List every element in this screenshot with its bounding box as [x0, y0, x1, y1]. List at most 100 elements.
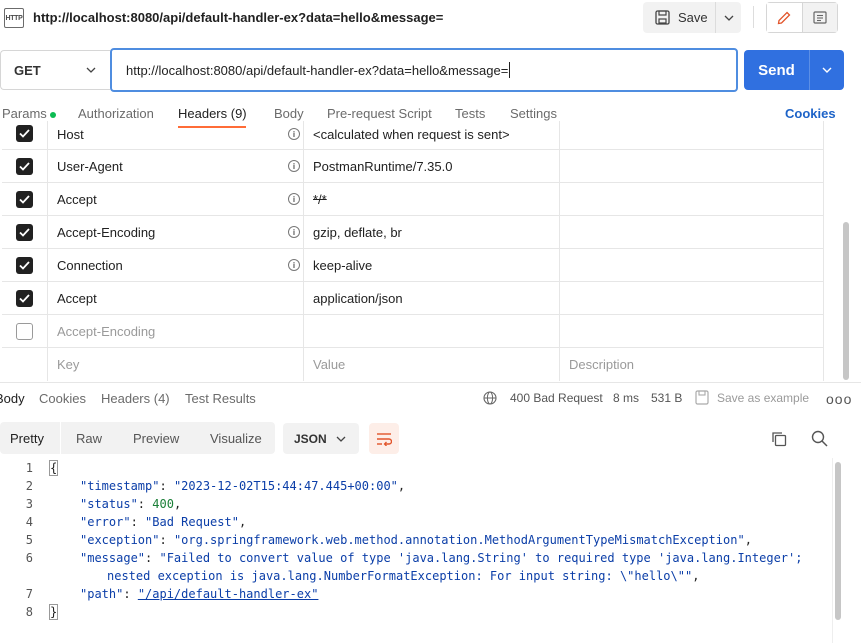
tab-settings[interactable]: Settings — [510, 106, 557, 121]
headers-scrollbar-thumb[interactable] — [843, 222, 849, 380]
view-visualize[interactable]: Visualize — [210, 422, 262, 454]
documentation-button[interactable] — [802, 3, 837, 32]
url-input[interactable]: http://localhost:8080/api/default-handle… — [110, 48, 738, 92]
table-row-new: Key Value Description — [2, 348, 824, 381]
response-body-editor[interactable]: 1 2 3 4 5 6 7 8 { "timestamp": "2023-12-… — [0, 458, 830, 643]
header-description[interactable] — [560, 282, 824, 314]
view-raw[interactable]: Raw — [76, 422, 102, 454]
check-icon — [19, 227, 30, 237]
info-icon[interactable]: i — [288, 193, 300, 205]
chevron-down-icon — [86, 67, 96, 73]
value-placeholder[interactable]: Value — [304, 348, 560, 381]
header-value[interactable] — [304, 315, 560, 347]
edit-mode-button[interactable] — [767, 3, 803, 32]
wrap-lines-button[interactable] — [369, 423, 399, 454]
response-tab-test-results[interactable]: Test Results — [185, 391, 256, 406]
cookies-link[interactable]: Cookies — [785, 106, 836, 121]
view-pretty[interactable]: Pretty — [10, 422, 44, 454]
header-key[interactable]: Accept-Encoding — [48, 315, 304, 347]
header-key[interactable]: Accept i — [48, 183, 304, 215]
tab-headers[interactable]: Headers (9) — [178, 106, 247, 121]
save-icon — [695, 390, 709, 405]
pencil-icon — [777, 11, 791, 24]
info-icon[interactable]: i — [288, 226, 300, 238]
header-value[interactable]: application/json — [304, 282, 560, 314]
code-line: "message": "Failed to convert value of t… — [80, 551, 803, 565]
header-value-text: <calculated when request is sent> — [313, 127, 510, 142]
chevron-down-icon — [336, 436, 346, 442]
wrap-lines-icon — [377, 432, 392, 446]
info-icon[interactable]: i — [288, 128, 300, 140]
response-time[interactable]: 8 ms — [613, 391, 639, 405]
response-tab-body[interactable]: Body — [0, 391, 25, 406]
row-checkbox[interactable] — [16, 322, 33, 340]
view-preview[interactable]: Preview — [133, 422, 179, 454]
header-value[interactable]: PostmanRuntime/7.35.0 — [304, 150, 560, 182]
search-icon[interactable] — [811, 430, 828, 447]
header-key-text: Host — [57, 127, 84, 142]
response-size[interactable]: 531 B — [651, 391, 682, 405]
header-description[interactable] — [560, 216, 824, 248]
check-icon — [19, 293, 30, 303]
json-string: "org.springframework.web.method.annotati… — [173, 533, 745, 547]
header-key[interactable]: User-Agent i — [48, 150, 304, 182]
row-checkbox[interactable] — [16, 190, 33, 208]
header-key[interactable]: Accept-Encoding i — [48, 216, 304, 248]
header-key[interactable]: Accept — [48, 282, 304, 314]
json-link[interactable]: "/api/default-handler-ex" — [138, 587, 319, 601]
row-checkbox[interactable] — [16, 256, 33, 274]
status-badge[interactable]: 400 Bad Request — [510, 391, 603, 405]
description-placeholder[interactable]: Description — [560, 348, 824, 381]
save-as-example-button[interactable]: Save as example — [717, 391, 809, 405]
send-button[interactable]: Send — [744, 50, 810, 90]
format-select[interactable]: JSON — [283, 423, 359, 454]
save-options-button[interactable] — [716, 15, 741, 21]
globe-icon[interactable] — [483, 391, 497, 405]
header-description[interactable] — [560, 249, 824, 281]
row-checkbox[interactable] — [16, 157, 33, 175]
copy-icon[interactable] — [771, 431, 787, 447]
response-tab-cookies[interactable]: Cookies — [39, 391, 86, 406]
header-description[interactable] — [560, 121, 824, 149]
header-value[interactable]: gzip, deflate, br — [304, 216, 560, 248]
line-number: 8 — [25, 605, 33, 619]
row-checkbox-cell — [2, 150, 48, 182]
header-key[interactable]: Connection i — [48, 249, 304, 281]
method-select[interactable]: GET — [0, 50, 110, 90]
line-number: 3 — [25, 497, 33, 511]
tab-tests[interactable]: Tests — [455, 106, 485, 121]
info-icon[interactable]: i — [288, 160, 300, 172]
more-options-icon[interactable]: ooo — [826, 391, 852, 407]
row-checkbox-cell — [2, 348, 48, 381]
check-icon — [19, 260, 30, 270]
response-scrollbar-thumb[interactable] — [835, 462, 841, 620]
row-checkbox[interactable] — [16, 124, 33, 142]
request-title[interactable]: http://localhost:8080/api/default-handle… — [33, 10, 443, 25]
header-value[interactable]: <calculated when request is sent> — [304, 121, 560, 149]
tab-authorization[interactable]: Authorization — [78, 106, 154, 121]
code-line-wrapped: nested exception is java.lang.NumberForm… — [107, 569, 700, 583]
header-value[interactable]: keep-alive — [304, 249, 560, 281]
json-key: "message" — [80, 551, 146, 565]
save-button[interactable]: Save — [643, 2, 716, 33]
code-line: { — [48, 460, 59, 476]
header-description[interactable] — [560, 315, 824, 347]
line-number: 5 — [25, 533, 33, 547]
documentation-icon — [813, 11, 827, 24]
key-placeholder[interactable]: Key — [48, 348, 304, 381]
header-key[interactable]: Host i — [48, 121, 304, 149]
send-options-button[interactable] — [810, 50, 844, 90]
table-row: Accept-Encoding — [2, 315, 824, 348]
tab-params[interactable]: Params — [2, 106, 56, 121]
row-checkbox[interactable] — [16, 289, 33, 307]
header-value[interactable]: */* — [304, 183, 560, 215]
header-description[interactable] — [560, 183, 824, 215]
tab-prerequest-script[interactable]: Pre-request Script — [327, 106, 432, 121]
info-icon[interactable]: i — [288, 259, 300, 271]
response-tab-headers[interactable]: Headers (4) — [101, 391, 170, 406]
row-checkbox[interactable] — [16, 223, 33, 241]
tab-body[interactable]: Body — [274, 106, 304, 121]
table-row: Accept-Encoding i gzip, deflate, br — [2, 216, 824, 249]
table-row: User-Agent i PostmanRuntime/7.35.0 — [2, 150, 824, 183]
header-description[interactable] — [560, 150, 824, 182]
